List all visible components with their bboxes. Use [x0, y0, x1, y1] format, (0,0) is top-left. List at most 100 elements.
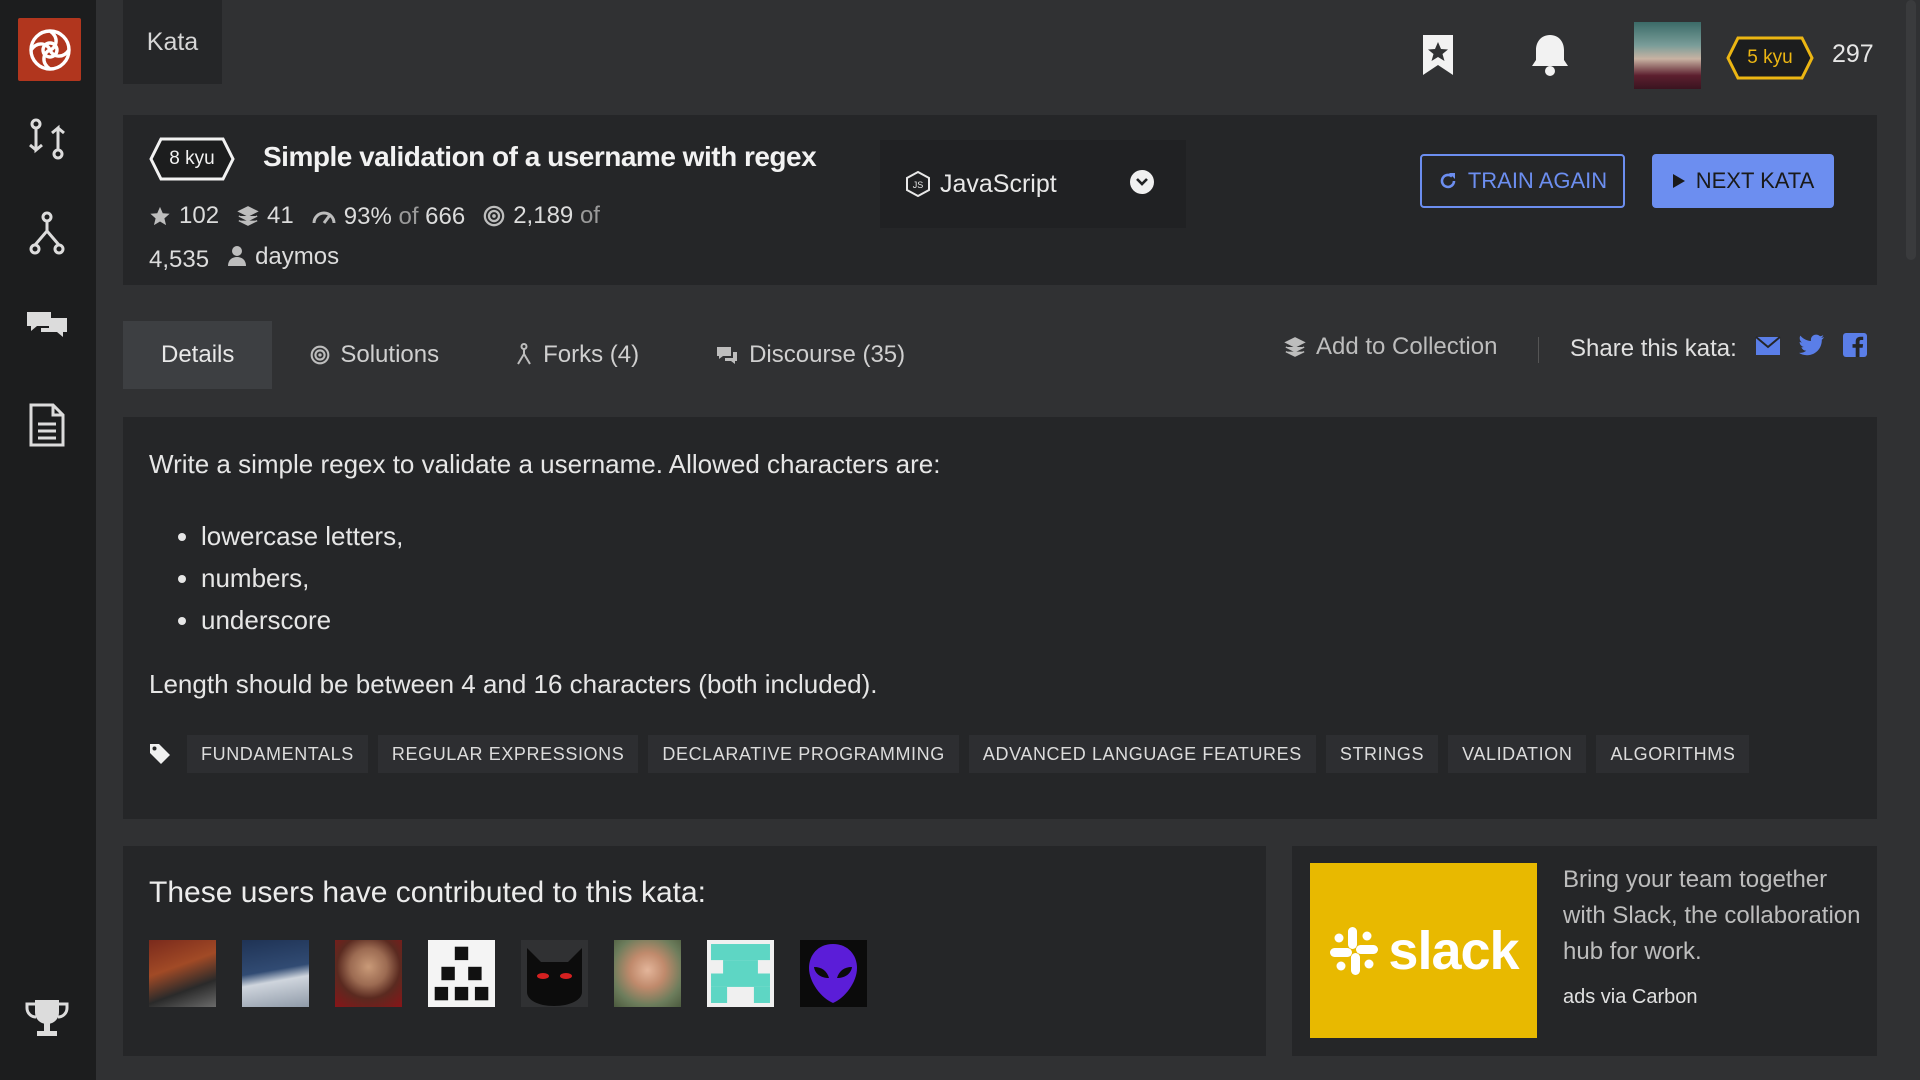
divider: [1538, 337, 1539, 363]
tag-icon: [150, 744, 170, 764]
completed-count: 2,189: [513, 202, 574, 229]
kata-nav-tab[interactable]: Kata: [123, 0, 222, 84]
comments-icon: [717, 347, 738, 364]
kata-stats: 102 41 93% of 666 2,189 of 4,535 daymos: [149, 197, 669, 278]
facebook-share-icon[interactable]: [1842, 333, 1867, 364]
collections-count: 41: [267, 202, 294, 229]
stars-stat[interactable]: 102: [149, 197, 219, 234]
tag[interactable]: STRINGS: [1325, 735, 1439, 773]
list-item: numbers,: [201, 557, 1851, 599]
satisfaction-pct: 93%: [343, 203, 392, 230]
kata-rank-label: 8 kyu: [169, 148, 215, 169]
docs-icon[interactable]: [22, 400, 72, 450]
allowed-characters-list: lowercase letters, numbers, underscore: [201, 515, 1851, 641]
contributors-panel: These users have contributed to this kat…: [123, 846, 1266, 1056]
kata-tabs: Details Solutions Forks (4) Discourse (3…: [123, 321, 943, 389]
next-kata-button[interactable]: NEXT KATA: [1652, 154, 1834, 208]
tag[interactable]: DECLARATIVE PROGRAMMING: [648, 735, 959, 773]
discuss-icon[interactable]: [22, 300, 72, 350]
target-icon: [310, 345, 330, 365]
star-icon: [150, 206, 170, 225]
tab-forks[interactable]: Forks (4): [477, 321, 677, 389]
collections-stat: 41: [237, 197, 294, 234]
slack-ad-image[interactable]: slack: [1310, 863, 1537, 1038]
completions-stat: 2,189 of: [483, 197, 600, 234]
page-scrollbar[interactable]: [1906, 0, 1916, 260]
trophy-icon[interactable]: [22, 993, 72, 1043]
tag[interactable]: VALIDATION: [1448, 735, 1587, 773]
author-stat[interactable]: daymos: [227, 238, 339, 275]
contributor-avatar[interactable]: [521, 940, 588, 1007]
train-again-button[interactable]: TRAIN AGAIN: [1420, 154, 1625, 208]
user-rank-label: 5 kyu: [1747, 47, 1793, 68]
tag[interactable]: FUNDAMENTALS: [187, 735, 368, 773]
share-bar: Share this kata:: [1570, 333, 1867, 364]
slack-wordmark: slack: [1388, 920, 1519, 981]
tab-solutions-label: Solutions: [340, 341, 440, 368]
gauge-icon: [312, 211, 336, 224]
ad-text[interactable]: Bring your team together with Slack, the…: [1563, 862, 1863, 970]
fork-icon[interactable]: [22, 208, 72, 258]
kata-title: Simple validation of a username with reg…: [263, 141, 817, 172]
language-label: JavaScript: [940, 169, 1057, 198]
tab-discourse[interactable]: Discourse (35): [677, 321, 943, 389]
ad-via-carbon-link[interactable]: ads via Carbon: [1563, 986, 1698, 1009]
refresh-icon: [1440, 173, 1456, 189]
user-icon: [228, 246, 247, 266]
length-rule: Length should be between 4 and 16 charac…: [149, 669, 878, 699]
tag[interactable]: ALGORITHMS: [1596, 735, 1750, 773]
contributor-avatar[interactable]: [242, 940, 309, 1007]
kata-header: 8 kyu Simple validation of a username wi…: [123, 115, 1877, 285]
javascript-icon: JS: [906, 171, 930, 197]
twitter-share-icon[interactable]: [1798, 334, 1825, 363]
completed-of: of: [579, 202, 600, 229]
chevron-down-icon: [1130, 170, 1154, 194]
next-kata-label: NEXT KATA: [1695, 168, 1815, 193]
tag[interactable]: REGULAR EXPRESSIONS: [377, 735, 639, 773]
fork-icon: [517, 343, 531, 365]
train-again-label: TRAIN AGAIN: [1467, 168, 1608, 193]
user-rank-badge[interactable]: 5 kyu: [1726, 36, 1814, 80]
slack-logo-icon: [1330, 926, 1379, 975]
layers-icon: [237, 205, 259, 226]
tab-solutions[interactable]: Solutions: [272, 321, 477, 389]
contributor-avatar[interactable]: [707, 940, 774, 1007]
contributor-avatar[interactable]: [428, 940, 495, 1007]
carbon-ad: slack Bring your team together with Slac…: [1292, 846, 1877, 1056]
add-to-collection-label: Add to Collection: [1316, 333, 1498, 360]
kata-description: Write a simple regex to validate a usern…: [123, 417, 1877, 819]
user-avatar[interactable]: [1634, 22, 1701, 89]
email-share-icon[interactable]: [1755, 335, 1781, 363]
contributors-heading: These users have contributed to this kat…: [149, 876, 706, 909]
play-icon: [1672, 174, 1685, 188]
kata-rank-badge: 8 kyu: [149, 137, 235, 181]
share-label: Share this kata:: [1570, 334, 1737, 362]
bookmark-icon[interactable]: [1418, 32, 1458, 78]
list-item: underscore: [201, 599, 1851, 641]
codewars-logo-icon[interactable]: [18, 18, 81, 81]
add-to-collection-button[interactable]: Add to Collection: [1284, 333, 1497, 361]
tab-discourse-label: Discourse (35): [749, 341, 906, 368]
description-intro: Write a simple regex to validate a usern…: [149, 449, 941, 479]
contributor-avatar[interactable]: [800, 940, 867, 1007]
satisfaction-stat: 93% of 666: [312, 198, 465, 235]
satisfaction-of: of: [398, 203, 419, 230]
attempted-count: 4,535: [149, 246, 210, 273]
honor-count: 297: [1832, 40, 1874, 68]
tab-details[interactable]: Details: [123, 321, 273, 389]
sidebar: [0, 0, 96, 1080]
author-name[interactable]: daymos: [255, 238, 339, 275]
notifications-bell-icon[interactable]: [1528, 32, 1572, 78]
language-select[interactable]: JS JavaScript: [880, 140, 1186, 228]
stars-count: 102: [179, 202, 220, 229]
votes-count: 666: [425, 203, 466, 230]
svg-text:JS: JS: [913, 180, 924, 190]
attempted-stat: 4,535: [149, 241, 209, 278]
contributor-avatar[interactable]: [335, 940, 402, 1007]
contributor-avatar[interactable]: [614, 940, 681, 1007]
tag[interactable]: ADVANCED LANGUAGE FEATURES: [968, 735, 1316, 773]
target-icon: [483, 205, 505, 226]
practice-icon[interactable]: [22, 114, 72, 164]
contributor-avatar[interactable]: [149, 940, 216, 1007]
tag-list: FUNDAMENTALS REGULAR EXPRESSIONS DECLARA…: [149, 735, 1750, 773]
